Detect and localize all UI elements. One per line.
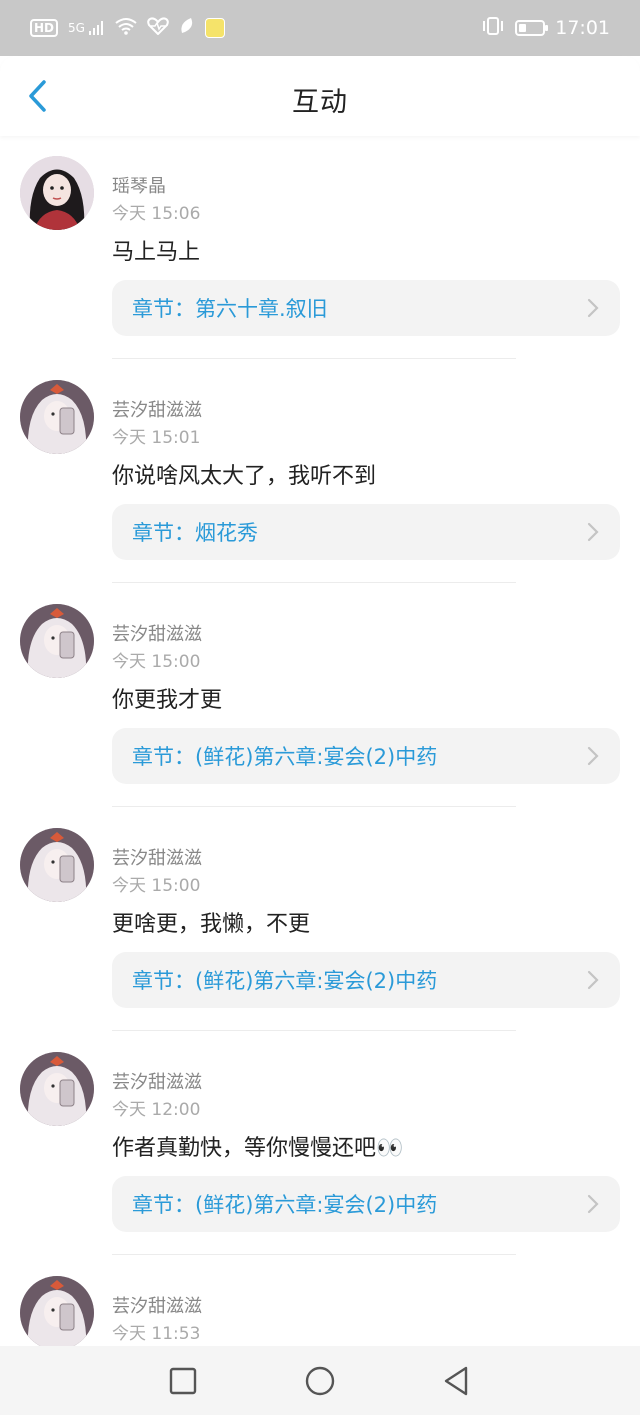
username[interactable]: 瑶琴晶 [112,172,166,198]
message-text: 你说啥风太大了，我听不到 [112,464,377,489]
message-text: 你更我才更 [112,688,223,713]
chapter-label: 章节：第六十章.叙旧 [132,297,328,321]
list-item: 芸汐甜滋滋 今天 11:53 [0,1256,640,1346]
divider [112,1254,516,1255]
divider [112,582,516,583]
timestamp: 今天 15:00 [112,876,201,896]
system-nav-bar [0,1346,640,1415]
avatar[interactable] [20,1276,94,1346]
avatar[interactable] [20,604,94,678]
message-text: 马上马上 [112,240,201,265]
chapter-label: 章节：(鲜花)第六章:宴会(2)中药 [132,745,438,769]
divider [112,1030,516,1031]
wifi-icon [115,17,137,39]
avatar[interactable] [20,828,94,902]
list-item: 芸汐甜滋滋 今天 12:00 作者真勤快，等你慢慢还吧👀 章节：(鲜花)第六章:… [0,1032,640,1256]
chapter-label: 章节：(鲜花)第六章:宴会(2)中药 [132,969,438,993]
chapter-link[interactable]: 章节：(鲜花)第六章:宴会(2)中药 [112,728,620,784]
chapter-link[interactable]: 章节：(鲜花)第六章:宴会(2)中药 [112,952,620,1008]
chapter-label: 章节：烟花秀 [132,521,258,545]
status-time: 17:01 [555,17,610,39]
avatar[interactable] [20,1052,94,1126]
status-bar: HD 5G 17:01 [0,0,640,56]
username[interactable]: 芸汐甜滋滋 [112,1292,202,1318]
vibrate-icon [481,16,505,40]
signal-icon: 5G [68,21,105,36]
username[interactable]: 芸汐甜滋滋 [112,620,202,646]
chevron-right-icon [587,522,599,542]
divider [112,358,516,359]
square-recents-icon[interactable] [166,1364,200,1398]
timestamp: 今天 15:06 [112,204,201,224]
avatar[interactable] [20,380,94,454]
network-type: 5G [68,20,85,35]
timestamp: 今天 12:00 [112,1100,201,1120]
leaf-icon [179,17,195,39]
health-icon [146,17,169,39]
app-notification-icon [204,18,225,38]
status-left: HD 5G [30,17,225,39]
timestamp: 今天 11:53 [112,1324,201,1344]
avatar[interactable] [20,156,94,230]
chevron-right-icon [587,970,599,990]
list-item: 瑶琴晶 今天 15:06 马上马上 章节：第六十章.叙旧 [0,136,640,360]
chapter-link[interactable]: 章节：(鲜花)第六章:宴会(2)中药 [112,1176,620,1232]
list-item: 芸汐甜滋滋 今天 15:01 你说啥风太大了，我听不到 章节：烟花秀 [0,360,640,584]
divider [112,806,516,807]
circle-home-icon[interactable] [303,1364,337,1398]
username[interactable]: 芸汐甜滋滋 [112,1068,202,1094]
page-header: 互动 [0,56,640,136]
list-item: 芸汐甜滋滋 今天 15:00 更啥更，我懒，不更 章节：(鲜花)第六章:宴会(2… [0,808,640,1032]
chevron-right-icon [587,298,599,318]
list-item: 芸汐甜滋滋 今天 15:00 你更我才更 章节：(鲜花)第六章:宴会(2)中药 [0,584,640,808]
chapter-link[interactable]: 章节：烟花秀 [112,504,620,560]
timestamp: 今天 15:01 [112,428,201,448]
username[interactable]: 芸汐甜滋滋 [112,844,202,870]
battery-icon [515,20,549,36]
interaction-feed[interactable]: 瑶琴晶 今天 15:06 马上马上 章节：第六十章.叙旧 芸汐甜滋滋 今天 15… [0,136,640,1346]
chapter-link[interactable]: 章节：第六十章.叙旧 [112,280,620,336]
chevron-right-icon [587,746,599,766]
hd-icon: HD [30,19,59,37]
timestamp: 今天 15:00 [112,652,201,672]
message-text: 更啥更，我懒，不更 [112,912,311,937]
status-right: 17:01 [481,16,610,40]
triangle-back-icon[interactable] [439,1364,473,1398]
chapter-label: 章节：(鲜花)第六章:宴会(2)中药 [132,1193,438,1217]
page-title: 互动 [292,87,348,118]
message-text: 作者真勤快，等你慢慢还吧👀 [112,1136,404,1161]
chevron-right-icon [587,1194,599,1214]
username[interactable]: 芸汐甜滋滋 [112,396,202,422]
